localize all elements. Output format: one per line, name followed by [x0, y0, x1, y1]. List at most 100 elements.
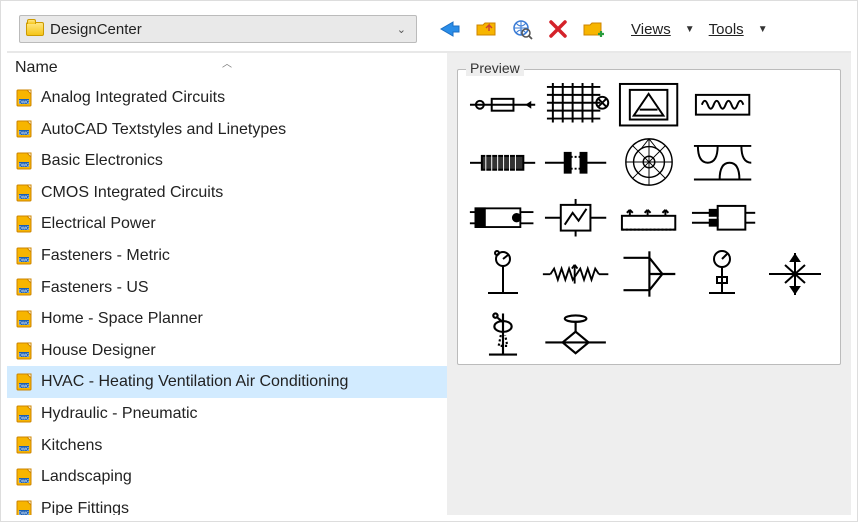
file-item-label: Analog Integrated Circuits — [41, 85, 225, 111]
file-item[interactable]: DWG Home - Space Planner — [7, 303, 447, 335]
preview-item[interactable] — [688, 247, 757, 301]
file-item-label: Basic Electronics — [41, 148, 163, 174]
folder-up-icon — [475, 19, 497, 39]
file-item[interactable]: DWG HVAC - Heating Ventilation Air Condit… — [7, 366, 447, 398]
column-header-name[interactable]: ︿ Name — [7, 53, 447, 82]
svg-text:DWG: DWG — [19, 415, 30, 420]
preview-item[interactable] — [541, 80, 610, 129]
dwg-file-icon: DWG — [15, 372, 35, 392]
file-item-label: Electrical Power — [41, 211, 156, 237]
svg-text:DWG: DWG — [19, 384, 30, 389]
preview-grid — [468, 80, 830, 354]
file-item[interactable]: DWG Fasteners - Metric — [7, 240, 447, 272]
file-item[interactable]: DWG Electrical Power — [7, 208, 447, 240]
dwg-file-icon: DWG — [15, 467, 35, 487]
preview-item[interactable] — [614, 195, 683, 240]
dwg-file-icon: DWG — [15, 499, 35, 515]
file-item-label: Fasteners - Metric — [41, 243, 170, 269]
globe-search-button[interactable] — [509, 16, 535, 42]
file-item-label: House Designer — [41, 338, 156, 364]
dwg-file-icon: DWG — [15, 404, 35, 424]
folder-icon — [26, 22, 44, 36]
delete-x-icon — [548, 19, 568, 39]
file-item[interactable]: DWG Pipe Fittings — [7, 493, 447, 515]
preview-item[interactable] — [468, 247, 537, 301]
path-dropdown[interactable]: DesignCenter ⌄ — [19, 15, 417, 43]
preview-item[interactable] — [468, 195, 537, 240]
svg-text:DWG: DWG — [19, 478, 30, 483]
new-folder-button[interactable] — [581, 16, 607, 42]
views-menu[interactable]: Views — [631, 21, 671, 38]
file-item[interactable]: DWG AutoCAD Textstyles and Linetypes — [7, 114, 447, 146]
preview-item[interactable] — [614, 135, 683, 189]
file-item[interactable]: DWG Analog Integrated Circuits — [7, 82, 447, 114]
file-item-label: Hydraulic - Pneumatic — [41, 401, 198, 427]
preview-item[interactable] — [614, 80, 683, 129]
preview-item[interactable] — [468, 80, 537, 129]
svg-text:DWG: DWG — [19, 99, 30, 104]
file-list-panel: ︿ Name DWG Analog Integrated Circuits DWG A… — [7, 51, 447, 515]
dwg-file-icon: DWG — [15, 151, 35, 171]
svg-text:DWG: DWG — [19, 257, 30, 262]
path-text: DesignCenter — [50, 21, 393, 38]
file-item[interactable]: DWGKitchens — [7, 430, 447, 462]
preview-panel: Preview — [447, 51, 851, 515]
preview-item[interactable] — [468, 135, 537, 189]
file-item[interactable]: DWG Fasteners - US — [7, 272, 447, 304]
preview-label: Preview — [466, 60, 524, 76]
file-item[interactable]: DWG House Designer — [7, 335, 447, 367]
file-item-label: Fasteners - US — [41, 275, 149, 301]
dwg-file-icon: DWG — [15, 88, 35, 108]
dwg-file-icon: DWG — [15, 119, 35, 139]
file-item-label: Pipe Fittings — [41, 496, 129, 515]
back-arrow-icon — [439, 20, 461, 38]
dwg-file-icon: DWG — [15, 309, 35, 329]
preview-item[interactable] — [688, 80, 757, 129]
dwg-file-icon: DWG — [15, 341, 35, 361]
svg-text:DWG: DWG — [19, 320, 30, 325]
folder-up-button[interactable] — [473, 16, 499, 42]
preview-item[interactable] — [541, 195, 610, 240]
chevron-down-icon: ⌄ — [393, 23, 410, 36]
globe-search-icon — [511, 18, 533, 40]
toolbar: DesignCenter ⌄ — [7, 7, 851, 51]
dwg-file-icon: DWG — [15, 214, 35, 234]
preview-item[interactable] — [541, 247, 610, 301]
preview-item[interactable] — [761, 247, 830, 301]
file-item-label: Landscaping — [41, 464, 132, 490]
file-item[interactable]: DWG Basic Electronics — [7, 145, 447, 177]
dwg-file-icon: DWG — [15, 435, 35, 455]
tools-menu[interactable]: Tools — [709, 21, 744, 38]
file-item[interactable]: DWGCMOS Integrated Circuits — [7, 177, 447, 209]
sort-asc-icon: ︿ — [222, 55, 232, 70]
file-item-label: AutoCAD Textstyles and Linetypes — [41, 117, 286, 143]
views-caret-icon[interactable]: ▼ — [679, 24, 701, 35]
dwg-file-icon: DWG — [15, 246, 35, 266]
column-header-label: Name — [15, 59, 58, 76]
delete-button[interactable] — [545, 16, 571, 42]
tools-caret-icon[interactable]: ▼ — [752, 24, 774, 35]
file-item-label: HVAC - Heating Ventilation Air Condition… — [41, 369, 348, 395]
file-item[interactable]: DWG Hydraulic - Pneumatic — [7, 398, 447, 430]
svg-text:DWG: DWG — [19, 289, 30, 294]
preview-item[interactable] — [688, 135, 757, 189]
preview-item[interactable] — [541, 135, 610, 189]
svg-text:DWG: DWG — [19, 510, 30, 515]
file-list: DWG Analog Integrated Circuits DWG AutoCAD … — [7, 82, 447, 515]
preview-item[interactable] — [468, 307, 537, 361]
file-item-label: Home - Space Planner — [41, 306, 203, 332]
menu-links: Views ▼ Tools ▼ — [631, 21, 774, 38]
back-button[interactable] — [437, 16, 463, 42]
svg-text:DWG: DWG — [19, 131, 30, 136]
preview-item[interactable] — [688, 195, 757, 240]
tool-icons — [437, 16, 607, 42]
preview-item[interactable] — [541, 307, 610, 361]
svg-text:DWG: DWG — [19, 194, 30, 199]
svg-text:DWG: DWG — [19, 226, 30, 231]
preview-item[interactable] — [614, 247, 683, 301]
preview-group: Preview — [457, 69, 841, 365]
file-item[interactable]: DWG Landscaping — [7, 461, 447, 493]
dwg-file-icon: DWG — [15, 183, 35, 203]
dwg-file-icon: DWG — [15, 277, 35, 297]
svg-text:DWG: DWG — [19, 447, 30, 452]
